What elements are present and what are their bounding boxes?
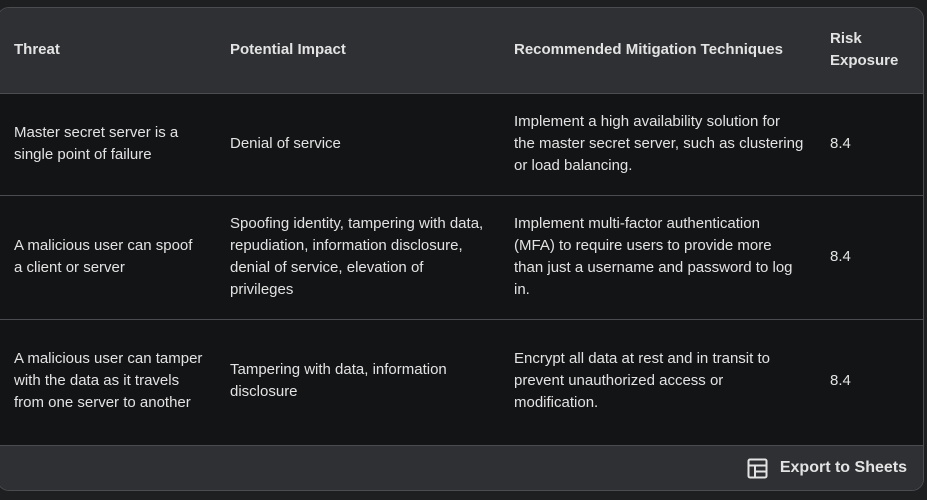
cell-risk: 8.4: [814, 92, 923, 195]
cell-threat: A malicious user can tamper with the dat…: [0, 318, 214, 443]
cell-threat: A malicious user can spoof a client or s…: [0, 194, 214, 319]
table-row: Master secret server is a single point o…: [0, 92, 923, 195]
header-risk-exposure: Risk Exposure: [830, 30, 899, 70]
header-potential-impact: Potential Impact: [230, 41, 346, 59]
cell-mitigation: Encrypt all data at rest and in transit …: [498, 318, 814, 443]
cell-risk: 8.4: [814, 318, 923, 443]
cell-risk: 8.4: [814, 194, 923, 319]
table-row: A malicious user can tamper with the dat…: [0, 318, 923, 443]
export-to-sheets-label: Export to Sheets: [779, 459, 907, 476]
table-header-row: Threat Potential Impact Recommended Miti…: [0, 8, 923, 93]
header-mitigation: Recommended Mitigation Techniques: [514, 41, 783, 59]
threat-table: Threat Potential Impact Recommended Miti…: [0, 8, 923, 443]
cell-threat: Master secret server is a single point o…: [0, 92, 214, 195]
threat-table-card: Threat Potential Impact Recommended Miti…: [0, 7, 924, 491]
header-threat: Threat: [14, 41, 60, 59]
export-to-sheets-button[interactable]: Export to Sheets: [747, 455, 907, 481]
cell-impact: Denial of service: [214, 92, 498, 195]
table-grid-icon: [747, 458, 768, 479]
cell-mitigation: Implement a high availability solution f…: [498, 92, 814, 195]
table-row: A malicious user can spoof a client or s…: [0, 194, 923, 319]
cell-mitigation: Implement multi-factor authentication (M…: [498, 194, 814, 319]
cell-impact: Spoofing identity, tampering with data, …: [214, 194, 498, 319]
table-footer: Export to Sheets: [0, 445, 923, 490]
cell-impact: Tampering with data, information disclos…: [214, 318, 498, 443]
